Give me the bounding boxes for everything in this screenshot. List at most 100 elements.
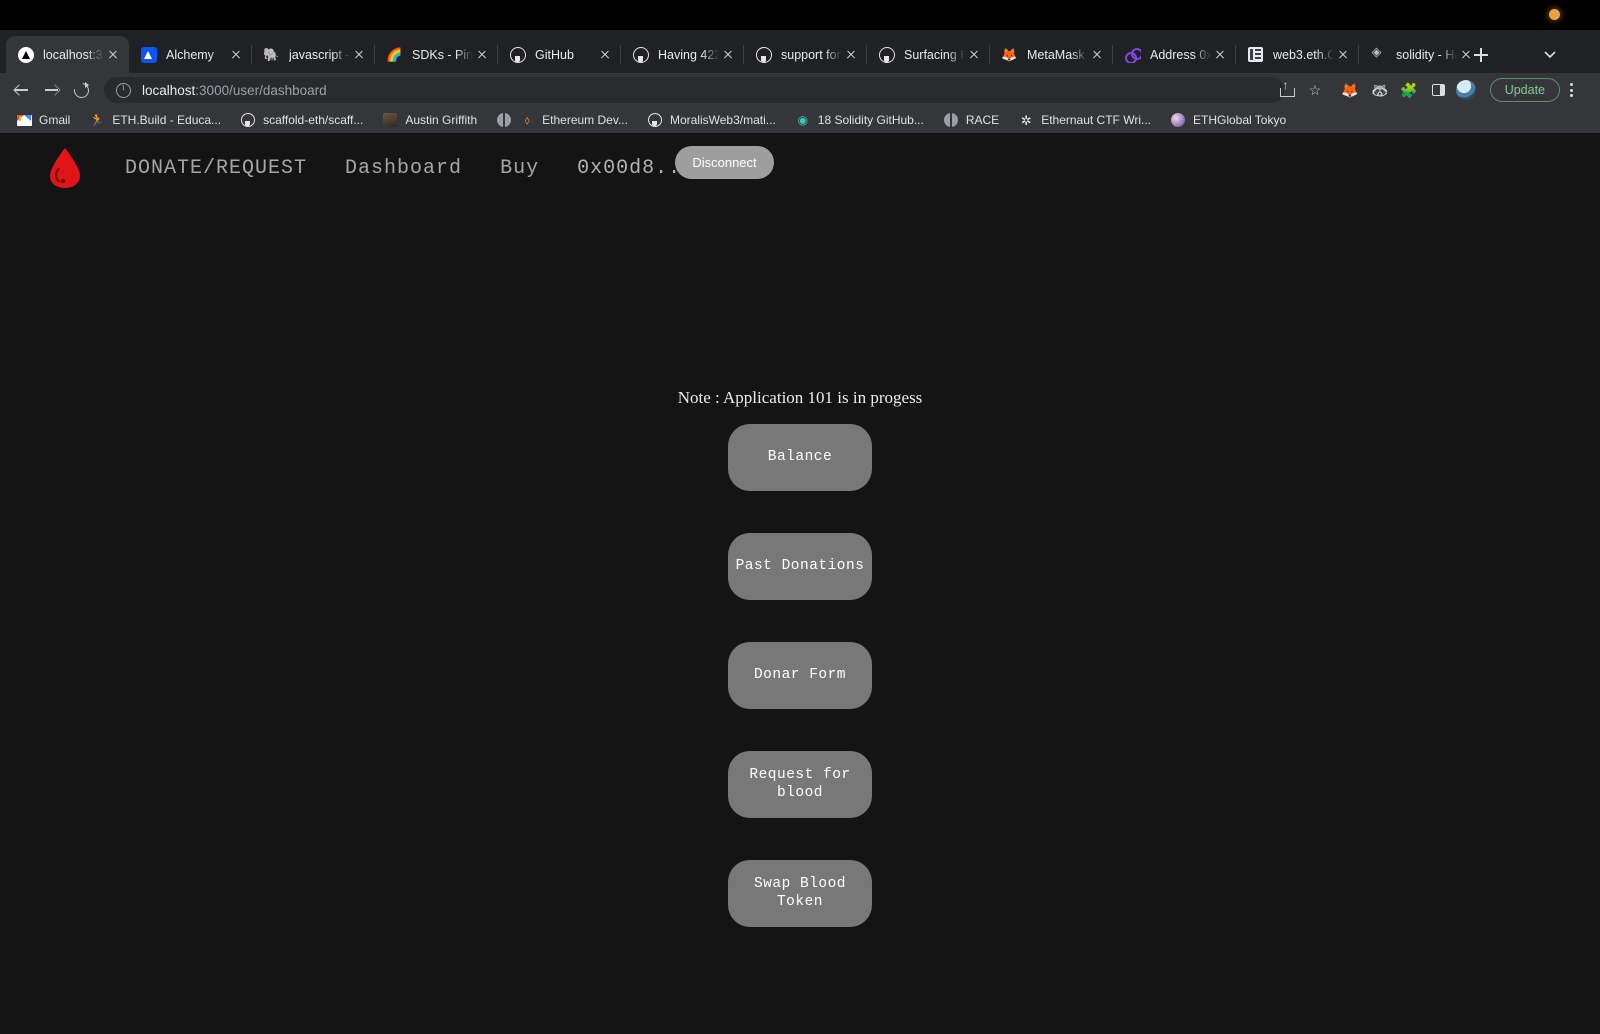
close-icon[interactable] bbox=[227, 46, 245, 64]
bookmark-item[interactable]: ◉ 18 Solidity GitHub... bbox=[787, 109, 932, 131]
bookmark-label: 18 Solidity GitHub... bbox=[817, 113, 924, 127]
gmail-icon bbox=[16, 112, 32, 128]
github-icon bbox=[647, 112, 663, 128]
tab-title: localhost:3000 bbox=[43, 47, 104, 62]
alchemy-icon bbox=[140, 46, 157, 63]
star-icon[interactable]: ☆ bbox=[1304, 79, 1326, 101]
tab-title: support for bbox=[781, 47, 841, 62]
avatar-icon bbox=[382, 112, 398, 128]
bookmark-item[interactable]: ⬨ Ethereum Dev... bbox=[488, 109, 636, 131]
nav-link-donate-request[interactable]: DONATE/REQUEST bbox=[125, 157, 307, 180]
action-button-stack: Balance Past Donations Donar Form Reques… bbox=[0, 424, 1600, 969]
tab-title: Surfacing H bbox=[904, 47, 965, 62]
bookmark-item[interactable]: MoralisWeb3/mati... bbox=[639, 109, 784, 131]
nav-link-buy[interactable]: Buy bbox=[500, 157, 539, 180]
bookmark-item[interactable]: ETHGlobal Tokyo bbox=[1162, 109, 1294, 131]
address-bar[interactable]: localhost:3000/user/dashboard bbox=[104, 77, 1284, 103]
bookmark-label: ETHGlobal Tokyo bbox=[1193, 113, 1287, 127]
github-icon bbox=[632, 46, 649, 63]
swap-blood-token-button[interactable]: Swap Blood Token bbox=[728, 860, 872, 927]
blood-drop-logo[interactable] bbox=[45, 146, 85, 190]
close-icon[interactable] bbox=[596, 46, 614, 64]
nav-link-dashboard[interactable]: Dashboard bbox=[345, 157, 462, 180]
close-icon[interactable] bbox=[965, 46, 983, 64]
browser-tab[interactable]: localhost:3000 bbox=[6, 36, 129, 73]
bookmark-label: scaffold-eth/scaff... bbox=[263, 113, 364, 127]
browser-tab[interactable]: solidity - Ho bbox=[1358, 36, 1482, 73]
close-icon[interactable] bbox=[1334, 46, 1352, 64]
new-tab-button[interactable] bbox=[1468, 42, 1494, 68]
browser-tab[interactable]: Alchemy bbox=[129, 36, 252, 73]
close-icon[interactable] bbox=[1211, 46, 1229, 64]
bookmark-label: Ethernaut CTF Wri... bbox=[1041, 113, 1151, 127]
close-icon[interactable] bbox=[842, 46, 860, 64]
browser-tab[interactable]: Having 422 bbox=[620, 36, 744, 73]
close-icon[interactable] bbox=[473, 46, 491, 64]
site-navbar: DONATE/REQUEST Dashboard Buy 0x00d8...bf… bbox=[0, 133, 1600, 203]
bookmark-label: RACE bbox=[965, 113, 1000, 127]
bookmark-item[interactable]: scaffold-eth/scaff... bbox=[232, 109, 371, 131]
pinata-icon: 🌈 bbox=[386, 47, 403, 62]
request-for-blood-button[interactable]: Request for blood bbox=[728, 751, 872, 818]
browser-tab-strip: localhost:3000 Alchemy 🐘 javascript - 🌈 … bbox=[0, 30, 1600, 73]
web3py-icon bbox=[1247, 46, 1264, 63]
site-info-icon[interactable] bbox=[116, 82, 131, 98]
polygonscan-icon bbox=[1124, 46, 1141, 63]
browser-tab[interactable]: 🦊 MetaMask bbox=[989, 36, 1113, 73]
bookmark-label: Ethereum Dev... bbox=[542, 113, 628, 127]
chevron-down-icon[interactable] bbox=[1538, 42, 1562, 66]
puzzle-icon[interactable]: 🧩 bbox=[1398, 79, 1420, 101]
tab-title: solidity - Ho bbox=[1396, 47, 1457, 62]
profile-avatar[interactable] bbox=[1455, 79, 1477, 101]
solidity-icon bbox=[1370, 46, 1387, 63]
reload-button[interactable] bbox=[70, 79, 92, 101]
bookmark-label: Austin Griffith bbox=[405, 113, 478, 127]
browser-tab[interactable]: support for bbox=[743, 36, 867, 73]
bookmarks-bar: Gmail 🏃 ETH.Build - Educa... scaffold-et… bbox=[0, 107, 1600, 133]
tab-title: SDKs - Pina bbox=[412, 47, 473, 62]
browser-tab[interactable]: Address 0x0 bbox=[1112, 36, 1236, 73]
donar-form-button[interactable]: Donar Form bbox=[728, 642, 872, 709]
tab-title: Having 422 bbox=[658, 47, 719, 62]
window-title-strip bbox=[0, 0, 1600, 30]
disconnect-button[interactable]: Disconnect bbox=[675, 146, 774, 179]
back-button[interactable] bbox=[10, 79, 32, 101]
browser-tab[interactable]: 🐘 javascript - bbox=[251, 36, 375, 73]
browser-toolbar: localhost:3000/user/dashboard ☆ 🦊 🦝 🧩 Up… bbox=[0, 73, 1600, 107]
ethereum-icon: ⬨ bbox=[524, 113, 530, 127]
browser-tab[interactable]: 🌈 SDKs - Pina bbox=[374, 36, 498, 73]
stackoverflow-icon: 🐘 bbox=[263, 47, 280, 62]
bookmark-item[interactable]: Gmail bbox=[8, 109, 78, 131]
bookmark-item[interactable]: ✲ Ethernaut CTF Wri... bbox=[1010, 109, 1159, 131]
chrome-menu-icon[interactable] bbox=[1562, 79, 1580, 101]
bookmark-item[interactable]: Austin Griffith bbox=[374, 109, 485, 131]
page-content: DONATE/REQUEST Dashboard Buy 0x00d8...bf… bbox=[0, 133, 1600, 1034]
share-icon[interactable] bbox=[1275, 79, 1297, 101]
close-icon[interactable] bbox=[719, 46, 737, 64]
bookmark-label: MoralisWeb3/mati... bbox=[669, 113, 776, 127]
status-note: Note : Application 101 is in progess bbox=[677, 388, 923, 407]
update-button[interactable]: Update bbox=[1489, 78, 1560, 102]
bookmark-item[interactable]: 🏃 ETH.Build - Educa... bbox=[81, 109, 229, 131]
balance-button[interactable]: Balance bbox=[728, 424, 872, 491]
close-icon[interactable] bbox=[104, 46, 122, 64]
forward-button[interactable] bbox=[40, 79, 62, 101]
side-panel-icon[interactable] bbox=[1427, 79, 1449, 101]
metamask-extension-icon[interactable]: 🦊 bbox=[1339, 79, 1361, 101]
close-icon[interactable] bbox=[350, 46, 368, 64]
ethglobal-icon bbox=[1170, 112, 1186, 128]
github-icon bbox=[509, 46, 526, 63]
github-icon bbox=[755, 46, 772, 63]
metamask-icon: 🦊 bbox=[1001, 47, 1018, 62]
window-status-dot bbox=[1549, 9, 1560, 20]
close-icon[interactable] bbox=[1088, 46, 1106, 64]
browser-tab[interactable]: GitHub bbox=[497, 36, 621, 73]
gear-icon: ✲ bbox=[1020, 112, 1032, 128]
rabby-extension-icon[interactable]: 🦝 bbox=[1369, 79, 1391, 101]
browser-tab[interactable]: Surfacing H bbox=[866, 36, 990, 73]
tab-title: javascript - bbox=[289, 47, 350, 62]
browser-tab[interactable]: web3.eth.Co bbox=[1235, 36, 1359, 73]
bookmark-label: ETH.Build - Educa... bbox=[112, 113, 222, 127]
past-donations-button[interactable]: Past Donations bbox=[728, 533, 872, 600]
bookmark-item[interactable]: RACE bbox=[935, 109, 1007, 131]
